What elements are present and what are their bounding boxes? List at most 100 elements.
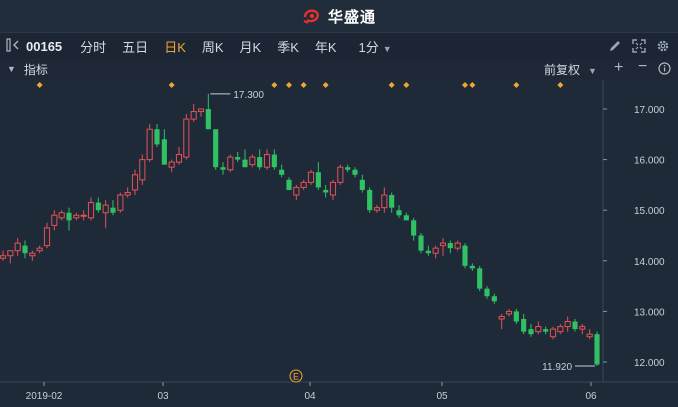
- candle-body: [403, 215, 409, 221]
- candle: [257, 149, 263, 170]
- candle: [168, 159, 175, 173]
- event-diamond-marker[interactable]: [300, 82, 307, 88]
- candle: [146, 124, 153, 163]
- candle: [418, 232, 424, 254]
- earnings-event-marker[interactable]: E: [289, 369, 303, 383]
- candle: [447, 240, 453, 254]
- candle: [381, 187, 388, 213]
- candle-body: [462, 245, 468, 266]
- tab-yearly-k[interactable]: 年K: [307, 37, 345, 56]
- candle: [95, 197, 101, 213]
- sidebar-toggle-icon[interactable]: [0, 37, 24, 55]
- candle-body: [396, 210, 402, 216]
- x-tick-label: 04: [304, 391, 316, 402]
- stock-code: 00165: [26, 38, 63, 54]
- candle: [403, 212, 409, 221]
- candle-body: [543, 329, 549, 332]
- indicator-label[interactable]: 指标: [24, 61, 48, 78]
- x-tick-label: 06: [585, 391, 597, 402]
- candle: [543, 326, 549, 335]
- fullscreen-icon[interactable]: [632, 39, 646, 53]
- minus-icon[interactable]: −: [638, 58, 647, 76]
- event-diamond-marker[interactable]: [168, 82, 175, 88]
- candle: [51, 210, 58, 231]
- candle: [439, 238, 447, 256]
- info-icon[interactable]: [658, 62, 671, 75]
- candle: [197, 108, 205, 117]
- candle-body: [389, 195, 395, 208]
- settings-gear-icon[interactable]: [656, 39, 670, 53]
- candle: [117, 192, 124, 213]
- tab-intraday[interactable]: 分时: [72, 37, 114, 56]
- candle-body: [513, 311, 519, 322]
- candle-body: [168, 161, 175, 168]
- candle: [87, 197, 95, 221]
- tab-weekly-k[interactable]: 周K: [194, 37, 232, 56]
- candle: [139, 154, 146, 185]
- candle: [205, 93, 211, 130]
- tab-daily-k[interactable]: 日K: [156, 37, 194, 56]
- event-diamond-marker[interactable]: [322, 82, 329, 88]
- candle: [36, 245, 43, 254]
- event-diamond-marker[interactable]: [271, 82, 278, 88]
- event-diamonds: [36, 82, 564, 88]
- candle: [345, 164, 351, 173]
- candle-body: [337, 166, 344, 183]
- event-diamond-marker[interactable]: [403, 82, 410, 88]
- event-diamond-marker[interactable]: [388, 82, 395, 88]
- candle: [161, 129, 167, 165]
- event-diamond-marker[interactable]: [462, 82, 468, 88]
- candle-body: [87, 202, 95, 219]
- candle-body: [432, 247, 439, 254]
- max-price-label: 17.300: [233, 90, 264, 101]
- tab-quarterly-k[interactable]: 季K: [269, 37, 307, 56]
- candle: [586, 329, 593, 340]
- candle-body: [131, 174, 139, 191]
- candle: [263, 149, 271, 170]
- candle: [300, 179, 307, 190]
- tab-five-day[interactable]: 五日: [114, 37, 156, 56]
- candle-body: [528, 329, 534, 335]
- candle-body: [498, 315, 505, 320]
- candle-body: [418, 235, 424, 251]
- candle: [352, 167, 358, 178]
- candle: [73, 212, 80, 221]
- candle-body: [73, 214, 80, 219]
- candle-body: [263, 154, 271, 168]
- minute-select[interactable]: 1分 ▼: [351, 37, 400, 56]
- candle-body: [7, 250, 14, 257]
- candle: [469, 263, 475, 271]
- x-axis-labels: 2019-02 03 04 05 06: [26, 382, 597, 402]
- y-tick-label: 15.000: [634, 206, 665, 217]
- event-diamond-marker[interactable]: [513, 82, 520, 88]
- event-diamond-marker[interactable]: [557, 82, 564, 88]
- candle: [124, 187, 131, 198]
- candle: [131, 169, 139, 196]
- tab-monthly-k[interactable]: 月K: [232, 37, 270, 56]
- adjust-mode-select[interactable]: 前复权 ▼: [544, 61, 597, 78]
- event-marker-letter: E: [293, 372, 299, 382]
- candle: [572, 318, 578, 332]
- period-toolbar: 00165 分时 五日 日K 周K 月K 季K 年K 1分 ▼: [0, 32, 678, 60]
- candle-body: [286, 179, 292, 190]
- indicator-bar: ▼ 指标 前复权 ▼ + −: [0, 58, 678, 79]
- candle-body: [117, 194, 124, 211]
- event-diamond-marker[interactable]: [469, 82, 476, 88]
- candle: [549, 326, 557, 340]
- event-diamond-marker[interactable]: [36, 82, 43, 88]
- candle: [227, 154, 234, 173]
- plus-icon[interactable]: +: [614, 59, 623, 77]
- candle-body: [80, 214, 87, 217]
- candle-body: [95, 202, 101, 211]
- event-diamond-marker[interactable]: [286, 82, 292, 88]
- candle-body: [66, 212, 72, 221]
- collapse-triangle-icon[interactable]: ▼: [0, 64, 24, 74]
- candles-group: [0, 93, 600, 367]
- candlestick-chart[interactable]: 17.000 16.000 15.000 14.000 13.000 12.000 201…: [0, 80, 678, 407]
- pencil-icon[interactable]: [608, 39, 622, 53]
- candle-body: [447, 243, 453, 249]
- candle-body: [213, 129, 219, 168]
- candle: [367, 187, 373, 213]
- candle-body: [352, 169, 358, 175]
- candle-body: [249, 156, 256, 166]
